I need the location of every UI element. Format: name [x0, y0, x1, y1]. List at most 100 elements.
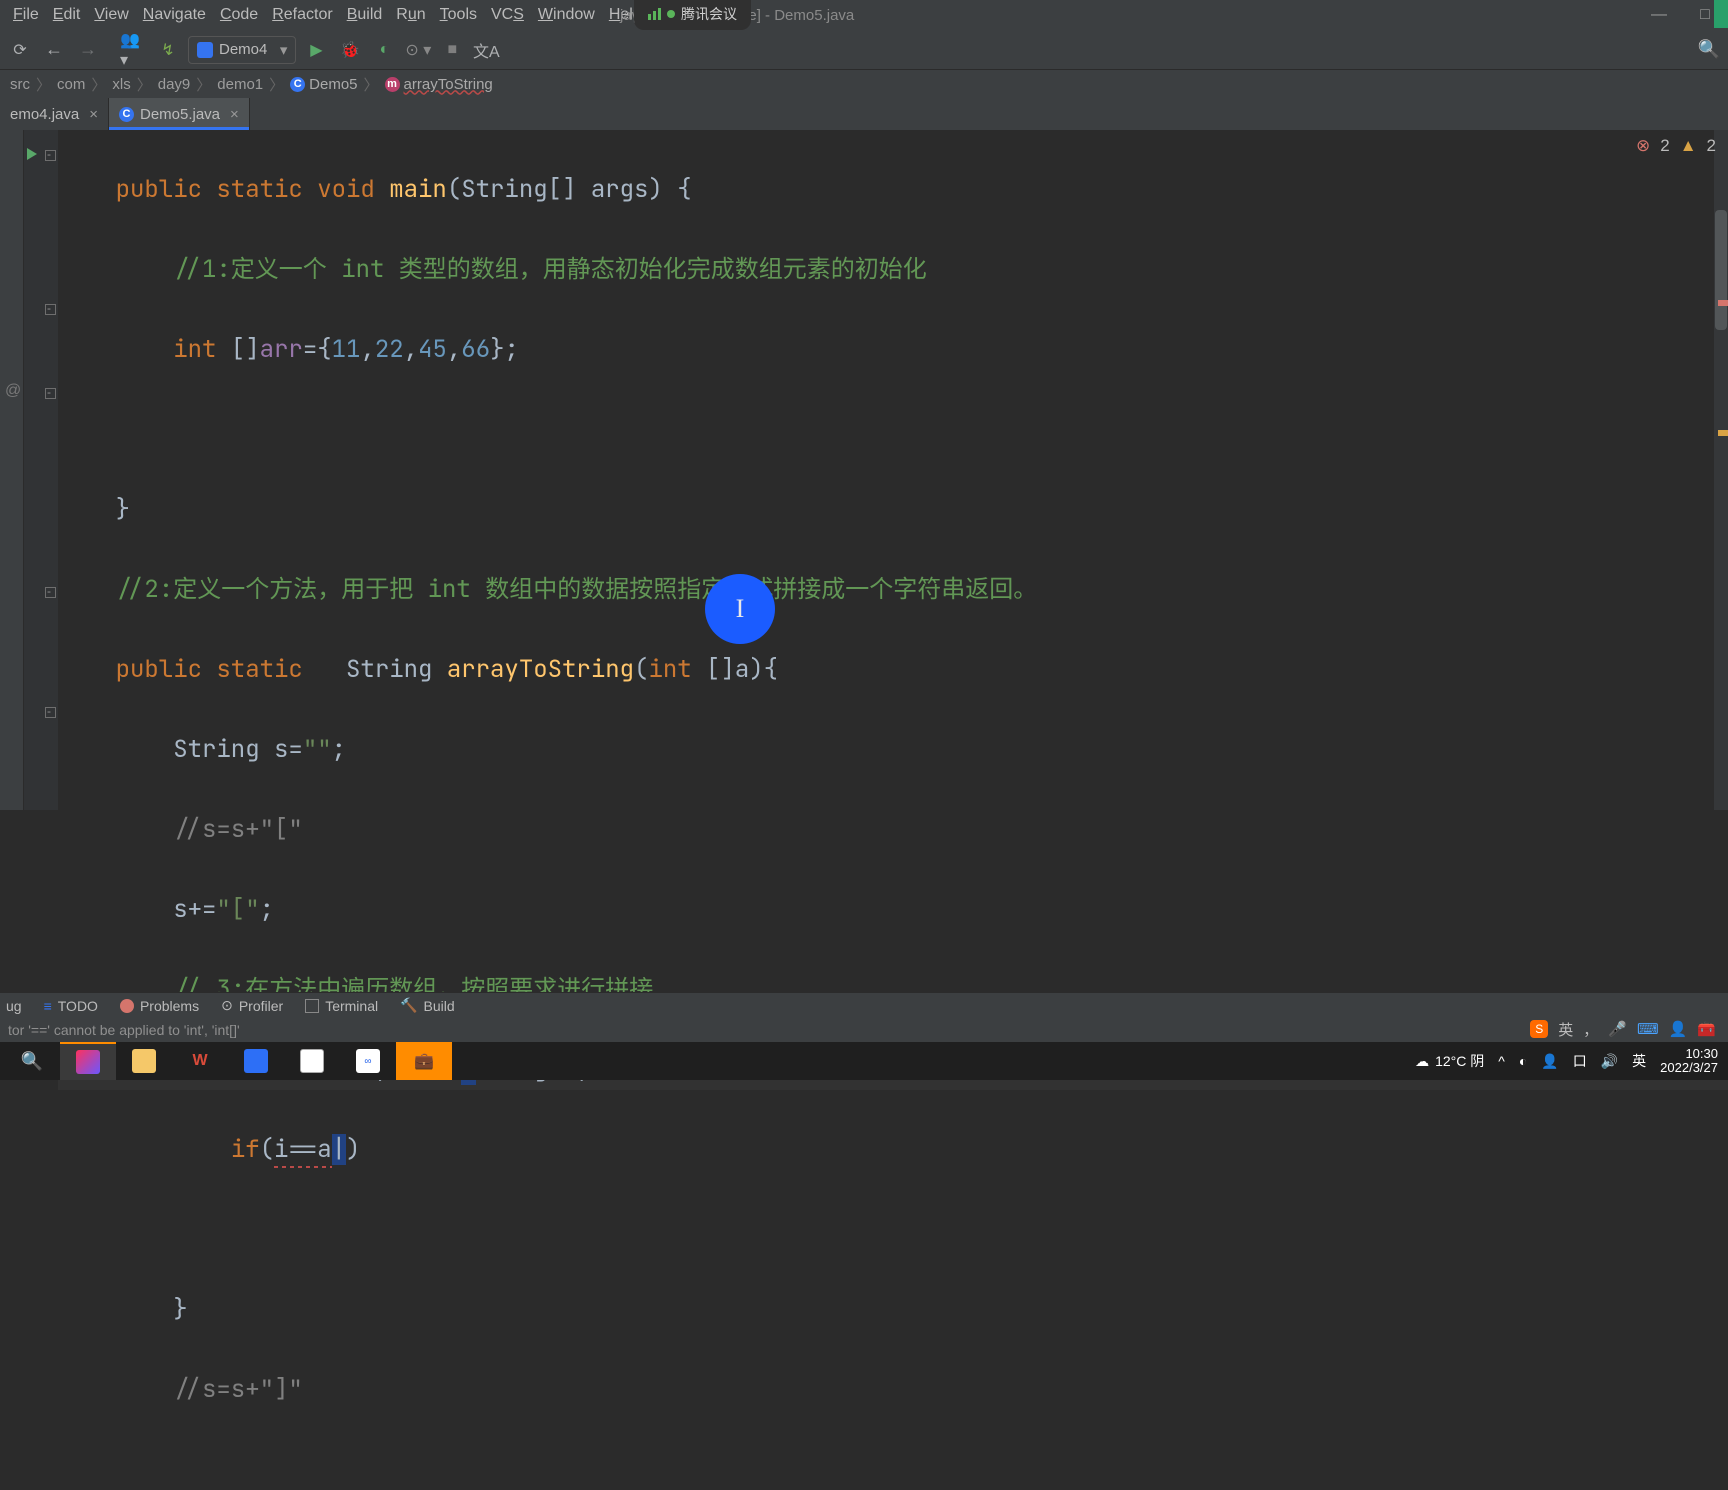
- tab-profiler[interactable]: ⊙Profiler: [221, 997, 283, 1014]
- menu-navigate[interactable]: Navigate: [136, 6, 213, 24]
- warning-marker[interactable]: [1718, 430, 1728, 436]
- tab-terminal[interactable]: Terminal: [305, 998, 378, 1014]
- fold-icon[interactable]: [45, 388, 56, 399]
- coverage-button[interactable]: ◐: [370, 36, 398, 64]
- translate-icon[interactable]: 文A: [472, 36, 500, 64]
- tool-window-tabs: ug ≡TODO Problems ⊙Profiler Terminal 🔨Bu…: [0, 992, 1728, 1018]
- minimize-button[interactable]: —: [1636, 0, 1682, 30]
- keyboard-icon[interactable]: ⌨: [1637, 1020, 1659, 1038]
- editor-gutter: [24, 130, 58, 810]
- annotation-icon[interactable]: @: [5, 382, 21, 400]
- users-icon[interactable]: 👥 ▾: [120, 36, 148, 64]
- sync-icon[interactable]: ⟳: [6, 36, 34, 64]
- bc-method[interactable]: marrayToString: [381, 76, 497, 93]
- mic-icon[interactable]: 🎤: [1608, 1020, 1627, 1038]
- menu-edit[interactable]: Edit: [46, 6, 88, 24]
- config-badge-icon: [197, 42, 213, 58]
- menubar: File Edit View Navigate Code Refactor Bu…: [0, 0, 1728, 30]
- fold-icon[interactable]: [45, 707, 56, 718]
- menu-view[interactable]: View: [87, 6, 135, 24]
- menu-tools[interactable]: Tools: [433, 6, 484, 24]
- run-config-selector[interactable]: Demo4: [188, 36, 296, 64]
- bc-xls[interactable]: xls: [108, 76, 134, 93]
- tray-chevron-up-icon[interactable]: ^: [1498, 1053, 1505, 1069]
- bc-com[interactable]: com: [53, 76, 89, 93]
- tray-theme-icon[interactable]: ◐: [1519, 1053, 1527, 1069]
- fold-icon[interactable]: [45, 587, 56, 598]
- bc-class[interactable]: CDemo5: [286, 76, 361, 93]
- network-icon[interactable]: 口: [1573, 1051, 1587, 1071]
- scroll-thumb[interactable]: [1715, 210, 1727, 330]
- tab-demo4[interactable]: emo4.java ×: [0, 98, 109, 130]
- clock[interactable]: 10:30 2022/3/27: [1660, 1047, 1718, 1076]
- weather-text: 12°C 阴: [1435, 1051, 1484, 1071]
- search-icon[interactable]: 🔍: [4, 1042, 60, 1080]
- bc-demo1[interactable]: demo1: [213, 76, 267, 93]
- cloud-icon: ☁: [1415, 1053, 1429, 1070]
- back-button[interactable]: ←: [40, 36, 68, 64]
- taskbar-intellij[interactable]: [60, 1042, 116, 1080]
- breadcrumb: src〉 com〉 xls〉 day9〉 demo1〉 CDemo5 〉 mar…: [0, 70, 1728, 98]
- bc-src[interactable]: src: [6, 76, 34, 93]
- ime-lang-tray[interactable]: 英: [1632, 1051, 1646, 1071]
- fold-icon[interactable]: [45, 150, 56, 161]
- inspection-summary[interactable]: ⊗2 ▲2: [1636, 136, 1716, 156]
- system-tray: ☁ 12°C 阴 ^ ◐ 👤 口 🔊 英 10:30 2022/3/27: [1415, 1047, 1718, 1076]
- menu-refactor[interactable]: Refactor: [265, 6, 339, 24]
- build-button[interactable]: ↯: [154, 36, 182, 64]
- class-badge-icon: C: [119, 107, 134, 122]
- tencent-meeting-pill[interactable]: 腾讯会议: [634, 0, 751, 30]
- sogou-icon[interactable]: S: [1530, 1020, 1548, 1038]
- tray-person-icon[interactable]: 👤: [1541, 1053, 1558, 1070]
- tab-problems[interactable]: Problems: [120, 998, 199, 1014]
- stop-button[interactable]: ■: [438, 36, 466, 64]
- profile-button[interactable]: ⊙ ▾: [404, 36, 432, 64]
- run-button[interactable]: ▶: [302, 36, 330, 64]
- ime-punct[interactable]: ，: [1583, 1019, 1598, 1040]
- speaker-icon[interactable]: 🔊: [1601, 1053, 1618, 1070]
- menu-window[interactable]: Window: [531, 6, 602, 24]
- search-everywhere-icon[interactable]: 🔍: [1698, 39, 1720, 60]
- close-icon[interactable]: ×: [89, 106, 98, 123]
- taskbar-explorer[interactable]: [116, 1042, 172, 1080]
- status-message: tor '==' cannot be applied to 'int', 'in…: [8, 1022, 240, 1038]
- adjacent-window-edge: [1714, 0, 1728, 28]
- run-gutter-icon[interactable]: [27, 148, 37, 160]
- close-icon[interactable]: ×: [230, 106, 239, 123]
- code-editor[interactable]: public static void main(String[] args) {…: [58, 130, 1728, 810]
- error-marker[interactable]: [1718, 300, 1728, 306]
- taskbar-briefcase[interactable]: 💼: [396, 1042, 452, 1080]
- run-config-name: Demo4: [219, 41, 267, 58]
- status-dot-icon: [667, 10, 675, 18]
- menu-vcs[interactable]: VCS: [484, 6, 531, 24]
- ime-lang[interactable]: 英: [1558, 1019, 1573, 1040]
- tools-icon[interactable]: 🧰: [1697, 1020, 1716, 1038]
- method-badge-icon: m: [385, 77, 400, 92]
- ime-toolbar[interactable]: S 英 ， 🎤 ⌨ 👤 🧰: [1518, 1016, 1728, 1042]
- windows-taskbar: 🔍 W ∞ 💼 ☁ 12°C 阴 ^ ◐ 👤 口 🔊 英 10:30 2022/…: [0, 1042, 1728, 1080]
- editor-scrollbar[interactable]: [1714, 130, 1728, 810]
- file-tabs: emo4.java × C Demo5.java ×: [0, 98, 1728, 130]
- menu-code[interactable]: Code: [213, 6, 265, 24]
- menu-build[interactable]: Build: [340, 6, 390, 24]
- taskbar-baidu[interactable]: ∞: [340, 1042, 396, 1080]
- taskbar-tencent-meeting[interactable]: [228, 1042, 284, 1080]
- taskbar-wps[interactable]: W: [172, 1042, 228, 1080]
- debug-button[interactable]: 🐞: [336, 36, 364, 64]
- menu-run[interactable]: Run: [389, 6, 432, 24]
- taskbar-notes[interactable]: [284, 1042, 340, 1080]
- tab-debug[interactable]: ug: [6, 998, 22, 1014]
- tab-label: Demo5.java: [140, 106, 220, 123]
- fold-icon[interactable]: [45, 304, 56, 315]
- error-count: 2: [1660, 136, 1669, 156]
- error-icon: ⊗: [1636, 136, 1650, 156]
- forward-button[interactable]: →: [74, 36, 102, 64]
- signal-bars-icon: [648, 8, 661, 20]
- menu-file[interactable]: File: [6, 6, 46, 24]
- weather-widget[interactable]: ☁ 12°C 阴: [1415, 1051, 1484, 1071]
- user-icon[interactable]: 👤: [1669, 1020, 1688, 1038]
- tab-todo[interactable]: ≡TODO: [44, 998, 98, 1014]
- tab-build[interactable]: 🔨Build: [400, 997, 455, 1014]
- tab-demo5[interactable]: C Demo5.java ×: [109, 98, 250, 130]
- bc-day9[interactable]: day9: [154, 76, 195, 93]
